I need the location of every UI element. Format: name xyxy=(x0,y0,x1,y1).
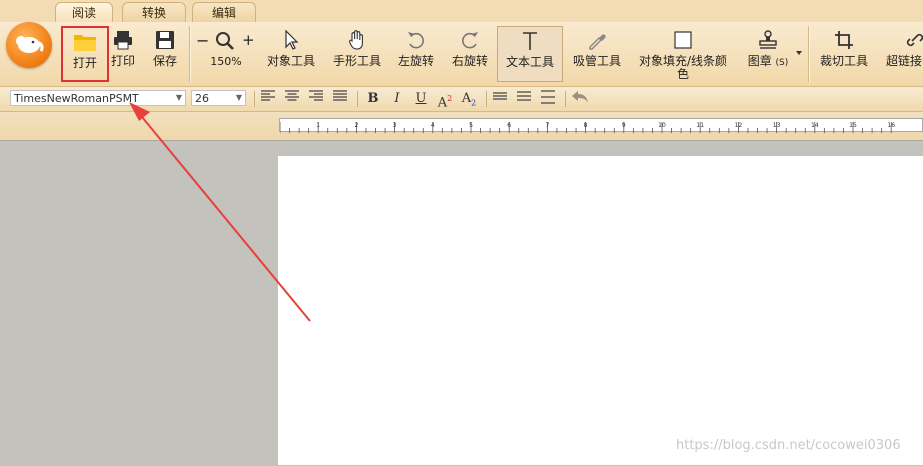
watermark-text: https://blog.csdn.net/cocowei0306 xyxy=(676,438,901,453)
red-arrow-line xyxy=(141,116,311,322)
red-arrow-head xyxy=(129,102,150,121)
annotation-overlay xyxy=(129,102,311,322)
